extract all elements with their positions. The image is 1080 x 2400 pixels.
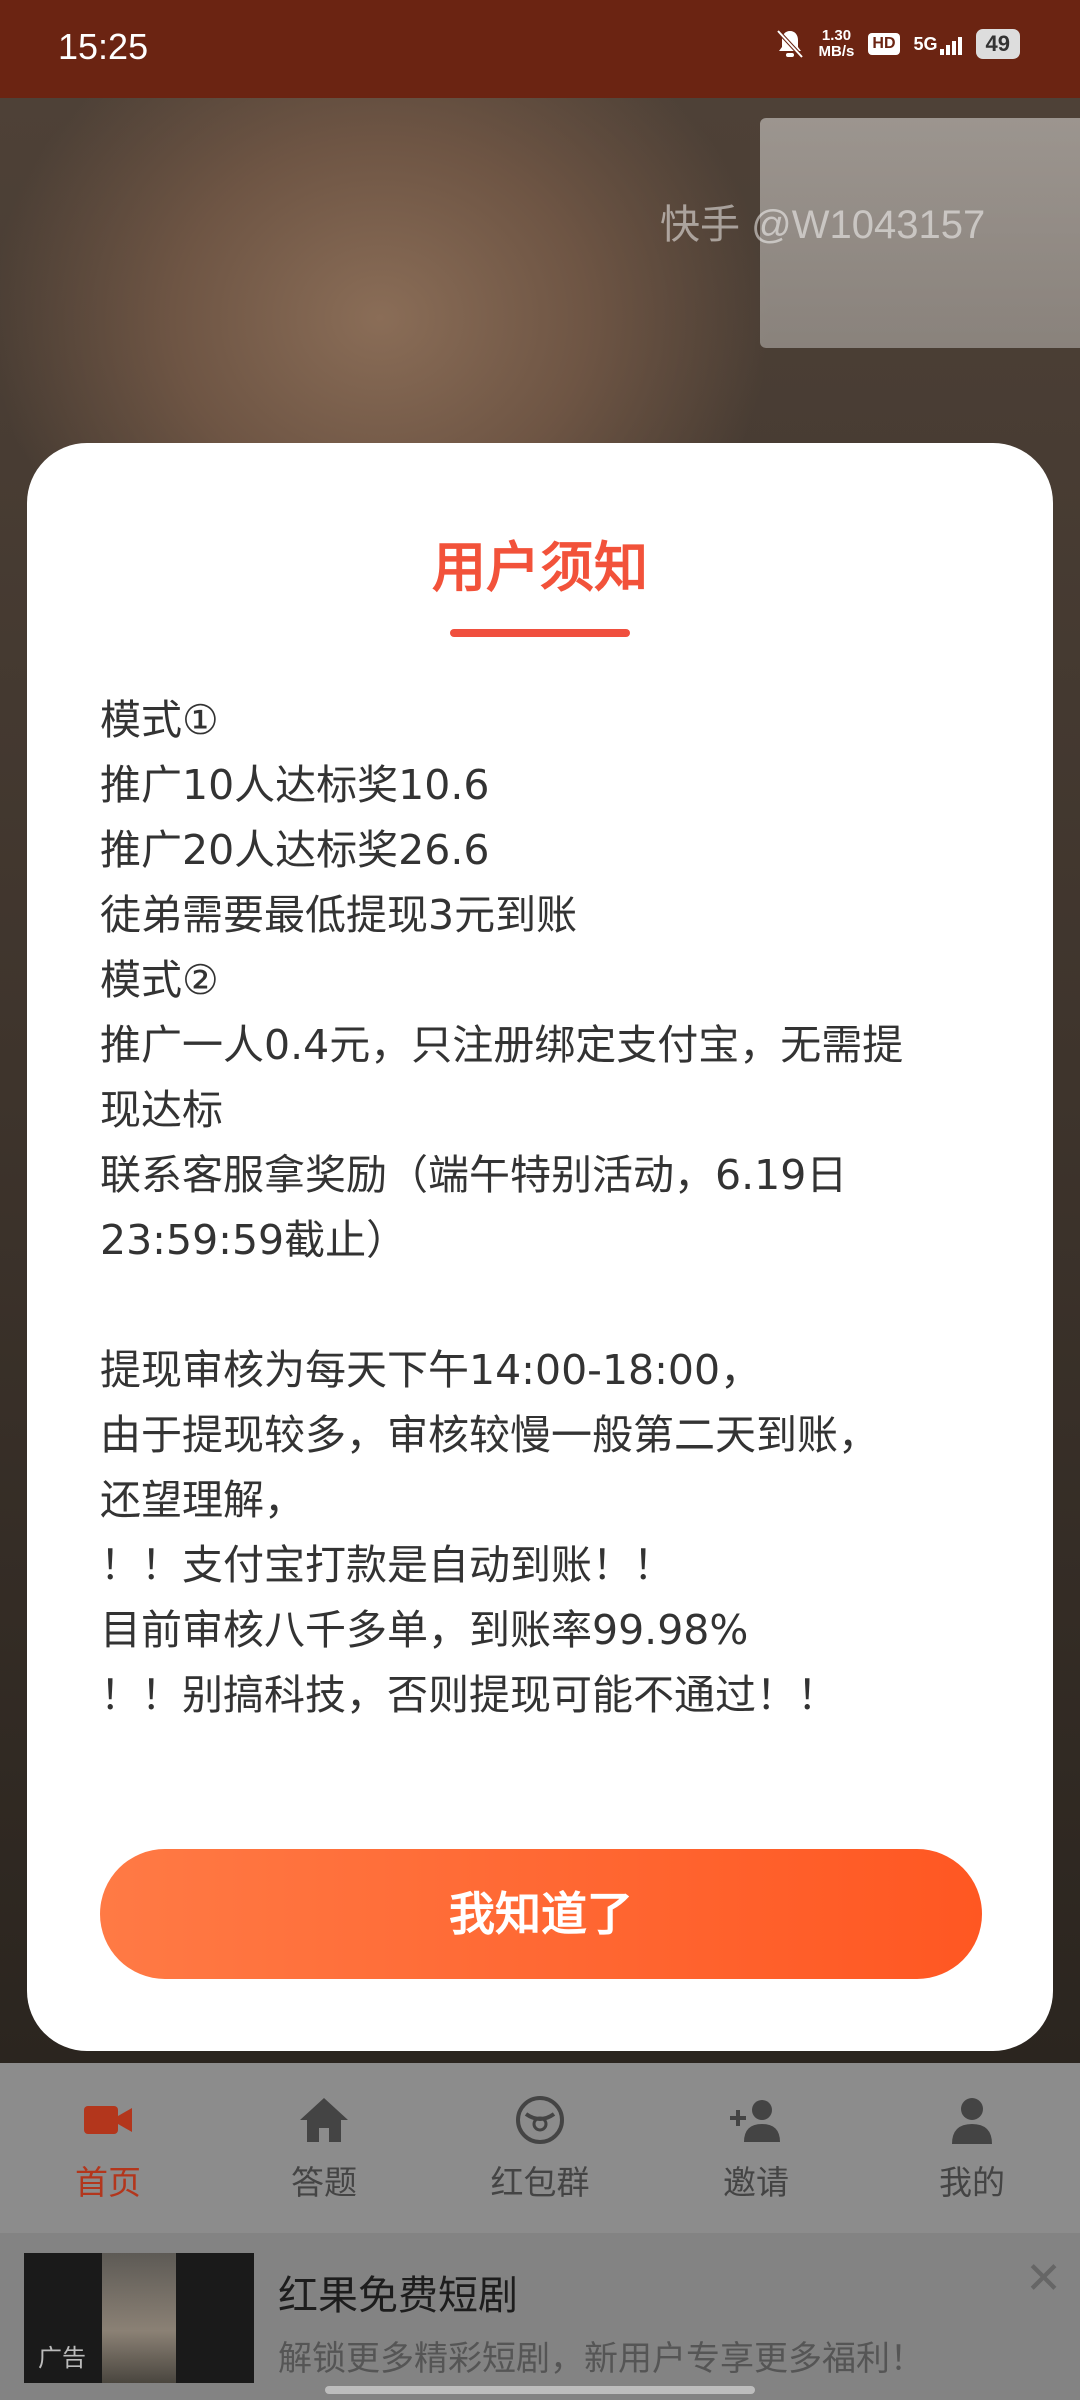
ad-description[interactable]: 解锁更多精彩短剧，新用户专享更多福利！ <box>278 2331 924 2380</box>
notice-line: 还望理解， <box>100 1476 305 1524</box>
notice-line: 推广一人0.4元，只注册绑定支付宝，无需提 <box>100 1021 904 1069</box>
notice-line: 徒弟需要最低提现3元到账 <box>100 891 578 939</box>
red-envelope-icon <box>516 2096 564 2144</box>
tab-label: 答题 <box>291 2163 357 2202</box>
notice-line: 推广20人达标奖26.6 <box>100 826 490 874</box>
notice-line: 模式② <box>100 956 219 1004</box>
tab-label: 首页 <box>75 2163 141 2202</box>
video-camera-icon <box>84 2106 132 2134</box>
tab-invite[interactable]: 邀请 <box>676 2092 836 2204</box>
tab-home[interactable]: 首页 <box>28 2092 188 2204</box>
status-time: 15:25 <box>58 26 149 67</box>
mute-bell-icon <box>776 29 804 59</box>
title-underline <box>450 629 630 637</box>
tab-label: 邀请 <box>723 2163 789 2202</box>
ad-thumbnail-image <box>102 2253 176 2383</box>
dialog-title: 用户须知 <box>432 536 648 599</box>
hd-badge: HD <box>868 33 900 55</box>
bottom-tab-bar: 首页 答题 红包群 邀请 我的 <box>0 2063 1080 2233</box>
status-icons: 1.30 MB/s HD 5G 49 <box>775 28 1020 60</box>
confirm-button[interactable]: 我知道了 <box>100 1849 982 1979</box>
net-speed: 1.30 MB/s <box>818 27 855 60</box>
ad-tag: 广告 <box>38 2344 86 2372</box>
signal-icon: 5G <box>914 34 962 55</box>
notice-line: 23:59:59截止） <box>100 1216 408 1264</box>
notice-line: 模式① <box>100 696 219 744</box>
user-notice-dialog: 用户须知 模式① 推广10人达标奖10.6 推广20人达标奖26.6 徒弟需要最… <box>27 443 1053 2051</box>
notice-line: 现达标 <box>100 1086 223 1134</box>
notice-line: 联系客服拿奖励（端午特别活动，6.19日 <box>100 1151 848 1199</box>
notice-line: ！！支付宝打款是自动到账！！ <box>100 1541 674 1589</box>
notice-text: 模式① 推广10人达标奖10.6 推广20人达标奖26.6 徒弟需要最低提现3元… <box>100 688 1000 1728</box>
user-icon <box>952 2098 992 2144</box>
notice-line: ！！别搞科技，否则提现可能不通过！！ <box>100 1671 838 1719</box>
notice-line: 由于提现较多，审核较慢一般第二天到账， <box>100 1411 879 1459</box>
battery-icon: 49 <box>975 29 1020 59</box>
tab-red-envelope-group[interactable]: 红包群 <box>460 2092 620 2204</box>
add-user-icon <box>730 2100 780 2142</box>
tab-mine[interactable]: 我的 <box>892 2092 1052 2204</box>
home-icon <box>300 2098 348 2142</box>
ad-banner[interactable]: 广告 红果免费短剧 解锁更多精彩短剧，新用户专享更多福利！ ✕ <box>0 2233 1080 2400</box>
notice-line <box>100 1273 1000 1338</box>
tab-label: 我的 <box>939 2163 1005 2202</box>
tab-label: 红包群 <box>490 2163 590 2202</box>
status-bar: 15:25 1.30 MB/s HD 5G 49 <box>0 0 1080 98</box>
notice-line: 提现审核为每天下午14:00-18:00， <box>100 1346 762 1394</box>
tab-quiz[interactable]: 答题 <box>244 2092 404 2204</box>
notice-line: 推广10人达标奖10.6 <box>100 761 490 809</box>
notice-line: 目前审核八千多单，到账率99.98% <box>100 1606 749 1654</box>
close-icon[interactable]: ✕ <box>1025 2253 1062 2304</box>
ad-title[interactable]: 红果免费短剧 <box>278 2263 518 2321</box>
ad-thumbnail[interactable]: 广告 <box>24 2253 254 2383</box>
video-watermark: 快手 @W1043157 <box>660 203 986 247</box>
home-indicator[interactable] <box>325 2386 755 2394</box>
